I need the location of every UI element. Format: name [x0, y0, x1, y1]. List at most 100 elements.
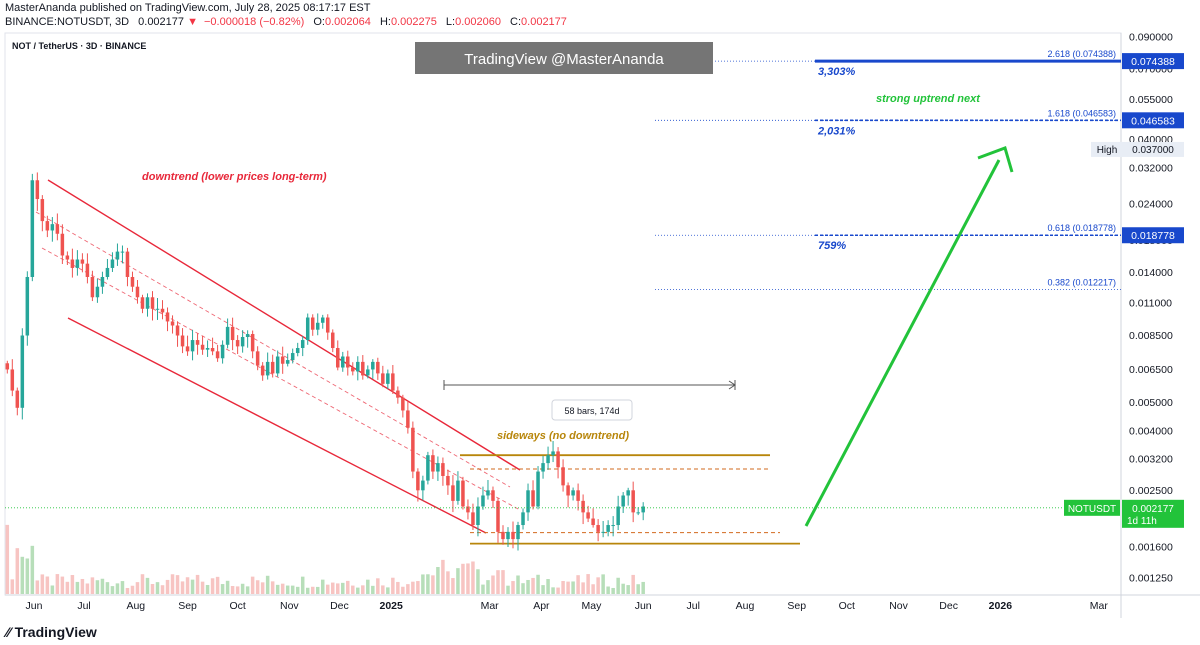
candle-body [135, 286, 140, 298]
volume-bar [556, 587, 560, 594]
candle-body [55, 224, 60, 234]
candle-body [285, 360, 290, 364]
volume-bar [616, 577, 620, 594]
volume-bar [120, 581, 125, 594]
candle-body [576, 490, 580, 501]
candle-body [461, 480, 465, 507]
candle-body [40, 199, 45, 222]
candle-body [90, 276, 95, 298]
candle-body [511, 531, 515, 540]
volume-bar [305, 587, 310, 594]
watermark-text: TradingView @MasterAnanda [464, 51, 664, 68]
candle-body [205, 348, 210, 350]
uptrend-arrow [804, 146, 1014, 527]
volume-bar [441, 559, 445, 594]
candle-body [386, 373, 390, 384]
candle-body [165, 312, 170, 322]
candle-body [185, 346, 190, 352]
candle-body [240, 337, 245, 347]
sideways-range [460, 454, 800, 545]
volume-bar [331, 582, 335, 594]
candle-body [80, 259, 85, 264]
candle-body [140, 297, 145, 309]
candle-body [541, 463, 545, 472]
volume-bar [641, 581, 645, 594]
volume-bar [20, 556, 25, 594]
candle-body [451, 485, 455, 501]
candle-body [25, 276, 30, 336]
fib-percent-label: 759% [818, 240, 846, 252]
candle-body [506, 531, 510, 540]
volume-bar [40, 574, 45, 594]
volume-bar [225, 580, 230, 594]
volume-bar [190, 579, 195, 594]
y-tick-label: 0.090000 [1129, 32, 1173, 44]
candle-body [396, 390, 400, 398]
candle-body [70, 259, 75, 268]
volume-bar [456, 568, 460, 594]
fib-percent-label: 2,031% [817, 125, 856, 137]
volume-bar [25, 558, 30, 594]
volume-bar [601, 574, 605, 594]
candle-body [626, 490, 630, 496]
x-tick-label: Aug [736, 600, 755, 612]
volume-bar [336, 583, 340, 594]
candle-body [491, 490, 495, 501]
volume-bar [451, 578, 455, 594]
candle-body [50, 224, 55, 231]
volume-bar [541, 585, 545, 594]
candle-body [20, 335, 25, 408]
candle-body [371, 361, 375, 370]
candle-body [230, 326, 235, 341]
x-tick-label: Mar [1090, 600, 1109, 612]
candle-body [325, 317, 330, 333]
volume-bar [35, 580, 40, 594]
x-tick-label: Aug [126, 600, 145, 612]
volume-bar [60, 576, 65, 594]
candle-body [180, 335, 185, 347]
volume-bar [220, 584, 225, 594]
candle-body [295, 348, 300, 354]
date-range-measure: 58 bars, 174d [443, 380, 736, 421]
volume-bar [591, 584, 595, 594]
candle-body [556, 451, 560, 468]
candle-body [481, 495, 485, 507]
volume-bar [611, 587, 615, 594]
volume-bar [606, 586, 610, 594]
volume-bar [576, 575, 580, 594]
volume-bar [240, 583, 245, 594]
price-chart[interactable]: NOT / TetherUS · 3D · BINANCE 0.090000 0.… [0, 0, 1200, 645]
volume-bar [85, 583, 90, 594]
volume-bar [270, 581, 275, 594]
pane-border [4, 32, 1122, 596]
x-tick-label: Nov [280, 600, 299, 612]
y-tick-label: 0.003200 [1129, 454, 1173, 466]
volume-bar [386, 587, 390, 594]
volume-bar [381, 585, 385, 594]
candle-body [160, 308, 165, 313]
candle-body [551, 451, 555, 456]
sideways-label: sideways (no downtrend) [497, 430, 629, 442]
candle-body [190, 340, 195, 352]
candle-body [130, 276, 135, 287]
volume-bar [150, 584, 155, 594]
candle-body [486, 490, 490, 496]
y-tick-label: 0.002500 [1129, 485, 1173, 497]
fib-axis-label: 0.018778 [1131, 230, 1175, 242]
candle-body [401, 397, 405, 411]
x-tick-label: Nov [889, 600, 908, 612]
y-tick-label: 0.006500 [1129, 364, 1173, 376]
x-tick-label: Jul [687, 600, 700, 612]
candle-body [175, 325, 180, 336]
candle-body [526, 490, 530, 513]
time-axis: Jun Jul Aug Sep Oct Nov Dec 2025 Mar Apr May Jun Jul… [26, 600, 1109, 612]
volume-bar [396, 581, 400, 594]
volume-bar [290, 585, 295, 594]
x-tick-label: Jul [77, 600, 90, 612]
x-tick-label: May [582, 600, 603, 612]
volume-bar [80, 578, 85, 594]
volume-bar [426, 574, 430, 594]
candle-body [476, 506, 480, 526]
volume-bar [571, 581, 575, 594]
y-tick-label: 0.001600 [1129, 541, 1173, 553]
